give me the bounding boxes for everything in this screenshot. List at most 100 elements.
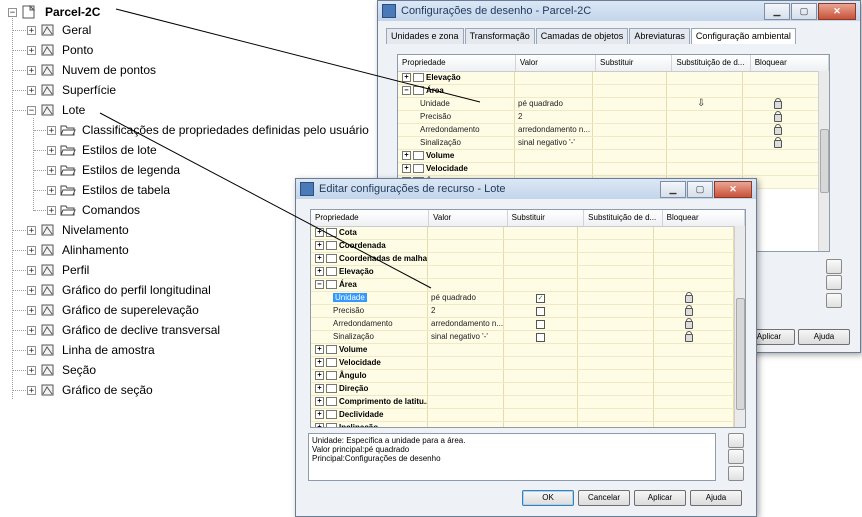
group-row[interactable]: + Volume	[311, 344, 745, 357]
value-cell[interactable]: 2	[515, 111, 593, 123]
group-row[interactable]: + Direção	[311, 383, 745, 396]
vertical-scrollbar[interactable]	[818, 71, 829, 251]
expand-icon[interactable]: +	[27, 305, 36, 315]
vertical-scrollbar[interactable]	[734, 226, 745, 427]
help-button[interactable]: Ajuda	[690, 490, 742, 506]
tab[interactable]: Transformação	[464, 28, 535, 44]
value-cell[interactable]: pé quadrado	[515, 98, 593, 110]
expand-icon[interactable]: +	[315, 254, 324, 264]
group-row[interactable]: + Comprimento de latitu...	[311, 396, 745, 409]
column-header[interactable]: Valor	[516, 55, 597, 71]
expand-icon[interactable]: +	[315, 384, 324, 394]
column-header[interactable]: Valor	[429, 210, 508, 226]
expand-icon[interactable]: +	[47, 185, 56, 195]
group-row[interactable]: + Inclinação	[311, 422, 745, 427]
property-row[interactable]: Sinalização sinal negativo '-'	[398, 137, 829, 150]
expand-icon[interactable]: +	[315, 423, 324, 427]
close-button[interactable]: ✕	[714, 181, 752, 198]
column-header[interactable]: Bloquear	[751, 55, 829, 71]
edit-icon[interactable]	[826, 293, 842, 308]
expand-icon[interactable]: +	[315, 241, 324, 251]
minimize-button[interactable]: ▁	[660, 181, 686, 198]
tree-item[interactable]: + Classificações de propriedades definida…	[47, 121, 369, 139]
tree-item[interactable]: + Superfície	[27, 81, 116, 99]
property-row[interactable]: Arredondamento arredondamento n...	[398, 124, 829, 137]
expand-icon[interactable]: +	[402, 151, 411, 161]
tree-item[interactable]: + Gráfico do perfil longitudinal	[27, 281, 211, 299]
tab[interactable]: Configuração ambiental	[690, 28, 796, 44]
move-up-icon[interactable]	[826, 259, 842, 274]
expand-icon[interactable]: +	[27, 85, 36, 95]
property-row[interactable]: Unidade pé quadrado ⇩	[398, 98, 829, 111]
lock-icon[interactable]	[774, 137, 782, 148]
help-button[interactable]: Ajuda	[798, 329, 850, 345]
value-cell[interactable]: 2	[428, 305, 504, 317]
expand-icon[interactable]: +	[27, 345, 36, 355]
expand-icon[interactable]: +	[315, 371, 324, 381]
tree-item[interactable]: + Geral	[27, 21, 91, 39]
expand-icon[interactable]: +	[315, 397, 324, 407]
cancel-button[interactable]: Cancelar	[578, 490, 630, 506]
lock-icon[interactable]	[685, 318, 693, 329]
group-row[interactable]: − Área	[398, 85, 829, 98]
expand-icon[interactable]: +	[315, 228, 324, 238]
collapse-icon[interactable]: −	[27, 105, 36, 115]
expand-icon[interactable]: +	[47, 125, 56, 135]
property-row[interactable]: Precisão 2	[311, 305, 745, 318]
column-header[interactable]: Propriedade	[398, 55, 516, 71]
expand-icon[interactable]: +	[315, 267, 324, 277]
tree-item[interactable]: + Nuvem de pontos	[27, 61, 156, 79]
group-row[interactable]: + Elevação	[311, 266, 745, 279]
group-row[interactable]: + Velocidade	[311, 357, 745, 370]
group-row[interactable]: + Coordenada	[311, 240, 745, 253]
apply-button[interactable]: Aplicar	[634, 490, 686, 506]
property-row[interactable]: Precisão 2	[398, 111, 829, 124]
expand-icon[interactable]: +	[47, 205, 56, 215]
expand-icon[interactable]: +	[27, 25, 36, 35]
lock-icon[interactable]	[774, 98, 782, 109]
group-row[interactable]: + Volume	[398, 150, 829, 163]
expand-icon[interactable]: +	[315, 410, 324, 420]
tree-item[interactable]: + Gráfico de superelevação	[27, 301, 199, 319]
expand-icon[interactable]: +	[27, 225, 36, 235]
property-row[interactable]: Sinalização sinal negativo '-'	[311, 331, 745, 344]
lock-icon[interactable]	[685, 305, 693, 316]
column-header[interactable]: Bloquear	[663, 210, 745, 226]
value-cell[interactable]: sinal negativo '-'	[515, 137, 593, 149]
minimize-button[interactable]: ▁	[764, 3, 790, 20]
override-checkbox[interactable]	[536, 307, 545, 316]
group-row[interactable]: + Velocidade	[398, 163, 829, 176]
tree-item[interactable]: + Estilos de tabela	[47, 181, 170, 199]
edit-icon[interactable]	[728, 466, 744, 481]
expand-icon[interactable]: +	[47, 145, 56, 155]
property-row[interactable]: Arredondamento arredondamento n...	[311, 318, 745, 331]
maximize-button[interactable]: ▢	[791, 3, 817, 20]
expand-icon[interactable]: +	[402, 73, 411, 83]
column-header[interactable]: Substituir	[596, 55, 673, 71]
group-row[interactable]: + Elevação	[398, 72, 829, 85]
lock-icon[interactable]	[685, 331, 693, 342]
collapse-icon[interactable]: −	[315, 280, 324, 290]
sort-icon[interactable]	[826, 275, 842, 290]
tree-item[interactable]: + Nivelamento	[27, 221, 129, 239]
expand-icon[interactable]: +	[27, 365, 36, 375]
expand-icon[interactable]: +	[402, 164, 411, 174]
override-checkbox[interactable]	[536, 333, 545, 342]
column-header[interactable]: Propriedade	[311, 210, 430, 226]
value-cell[interactable]: arredondamento n...	[515, 124, 593, 136]
group-row[interactable]: + Ângulo	[311, 370, 745, 383]
tree-item[interactable]: + Linha de amostra	[27, 341, 155, 359]
override-checkbox[interactable]: ✓	[536, 294, 545, 303]
column-header[interactable]: Substituição de d...	[584, 210, 663, 226]
expand-icon[interactable]: +	[27, 265, 36, 275]
tree-item[interactable]: + Gráfico de seção	[27, 381, 153, 399]
group-row[interactable]: + Coordenadas de malha	[311, 253, 745, 266]
tree-item[interactable]: + Comandos	[47, 201, 140, 219]
expand-icon[interactable]: +	[47, 165, 56, 175]
expand-icon[interactable]: +	[315, 345, 324, 355]
lock-icon[interactable]	[774, 111, 782, 122]
expand-icon[interactable]: +	[27, 65, 36, 75]
collapse-icon[interactable]: −	[8, 7, 17, 17]
lock-icon[interactable]	[685, 292, 693, 303]
expand-icon[interactable]: +	[27, 45, 36, 55]
